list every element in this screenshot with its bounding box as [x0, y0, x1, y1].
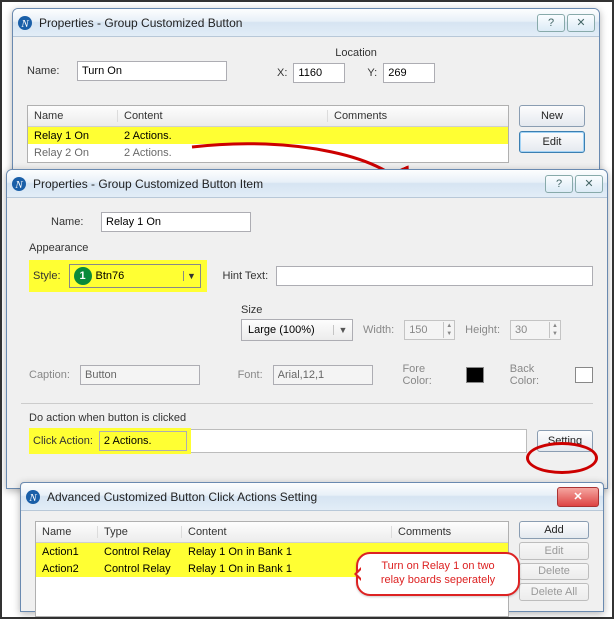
click-action-label: Click Action: — [33, 435, 93, 447]
add-button[interactable]: Add — [519, 521, 589, 539]
style-value: Btn76 — [96, 270, 183, 282]
click-action-value — [99, 431, 187, 451]
forecolor-label: Fore Color: — [402, 363, 456, 387]
setting-button[interactable]: Setting — [537, 430, 593, 452]
name-label: Name: — [51, 216, 101, 228]
delete-all-button[interactable]: Delete All — [519, 583, 589, 601]
x-input[interactable] — [293, 63, 345, 83]
window-group-button: N Properties - Group Customized Button ?… — [12, 8, 600, 178]
style-badge-icon: 1 — [74, 267, 92, 285]
close-button[interactable]: ✕ — [567, 14, 595, 32]
font-label: Font: — [238, 369, 263, 381]
size-label: Size — [241, 304, 593, 316]
callout-text: Turn on Relay 1 on two relay boards sepe… — [381, 560, 495, 586]
name-input[interactable] — [101, 212, 251, 232]
edit-button[interactable]: Edit — [519, 542, 589, 560]
width-spinner: ▲▼ — [404, 320, 455, 340]
close-button[interactable]: ✕ — [575, 175, 603, 193]
col-comments[interactable]: Comments — [328, 110, 508, 122]
caption-label: Caption: — [29, 369, 70, 381]
height-label: Height: — [465, 324, 500, 336]
name-input[interactable] — [77, 61, 227, 81]
window-item-properties: N Properties - Group Customized Button I… — [6, 169, 608, 489]
x-label: X: — [277, 67, 287, 79]
svg-text:N: N — [20, 18, 29, 30]
width-label: Width: — [363, 324, 394, 336]
col-content[interactable]: Content — [182, 526, 392, 538]
backcolor-label: Back Color: — [510, 363, 566, 387]
table-row[interactable]: Relay 1 On 2 Actions. — [28, 127, 508, 144]
window-actions-setting: N Advanced Customized Button Click Actio… — [20, 482, 604, 612]
col-name[interactable]: Name — [28, 110, 118, 122]
height-spinner: ▲▼ — [510, 320, 561, 340]
app-icon: N — [17, 15, 33, 31]
col-name[interactable]: Name — [36, 526, 98, 538]
style-label: Style: — [33, 270, 61, 282]
svg-text:N: N — [28, 492, 37, 504]
window-title: Properties - Group Customized Button — [39, 16, 535, 30]
hint-input[interactable] — [276, 266, 593, 286]
name-label: Name: — [27, 65, 77, 77]
edit-button[interactable]: Edit — [519, 131, 585, 153]
appearance-label: Appearance — [29, 242, 593, 254]
window-title: Properties - Group Customized Button Ite… — [33, 177, 543, 191]
items-table[interactable]: Name Content Comments Relay 1 On 2 Actio… — [27, 105, 509, 163]
table-row[interactable]: Relay 2 On 2 Actions. — [28, 144, 508, 161]
annotation-callout: Turn on Relay 1 on two relay boards sepe… — [356, 552, 520, 596]
chevron-down-icon: ▼ — [333, 325, 352, 335]
y-input[interactable] — [383, 63, 435, 83]
do-action-label: Do action when button is clicked — [29, 412, 593, 424]
new-button[interactable]: New — [519, 105, 585, 127]
window-title: Advanced Customized Button Click Actions… — [47, 490, 555, 504]
svg-text:N: N — [14, 179, 23, 191]
col-content[interactable]: Content — [118, 110, 328, 122]
forecolor-swatch[interactable] — [466, 367, 484, 383]
font-input — [273, 365, 373, 385]
app-icon: N — [25, 489, 41, 505]
style-combo[interactable]: 1 Btn76 ▼ — [69, 264, 201, 288]
help-button[interactable]: ? — [545, 175, 573, 193]
col-comments[interactable]: Comments — [392, 526, 508, 538]
location-label: Location — [277, 47, 435, 59]
size-combo[interactable]: Large (100%) ▼ — [241, 319, 353, 341]
help-button[interactable]: ? — [537, 14, 565, 32]
titlebar-win3[interactable]: N Advanced Customized Button Click Actio… — [21, 483, 603, 511]
hint-label: Hint Text: — [223, 270, 269, 282]
close-button[interactable]: ✕ — [557, 487, 599, 507]
backcolor-swatch[interactable] — [575, 367, 593, 383]
titlebar-win1[interactable]: N Properties - Group Customized Button ?… — [13, 9, 599, 37]
col-type[interactable]: Type — [98, 526, 182, 538]
chevron-down-icon: ▼ — [183, 271, 200, 281]
app-icon: N — [11, 176, 27, 192]
delete-button[interactable]: Delete — [519, 563, 589, 581]
y-label: Y: — [367, 67, 377, 79]
caption-input — [80, 365, 200, 385]
titlebar-win2[interactable]: N Properties - Group Customized Button I… — [7, 170, 607, 198]
